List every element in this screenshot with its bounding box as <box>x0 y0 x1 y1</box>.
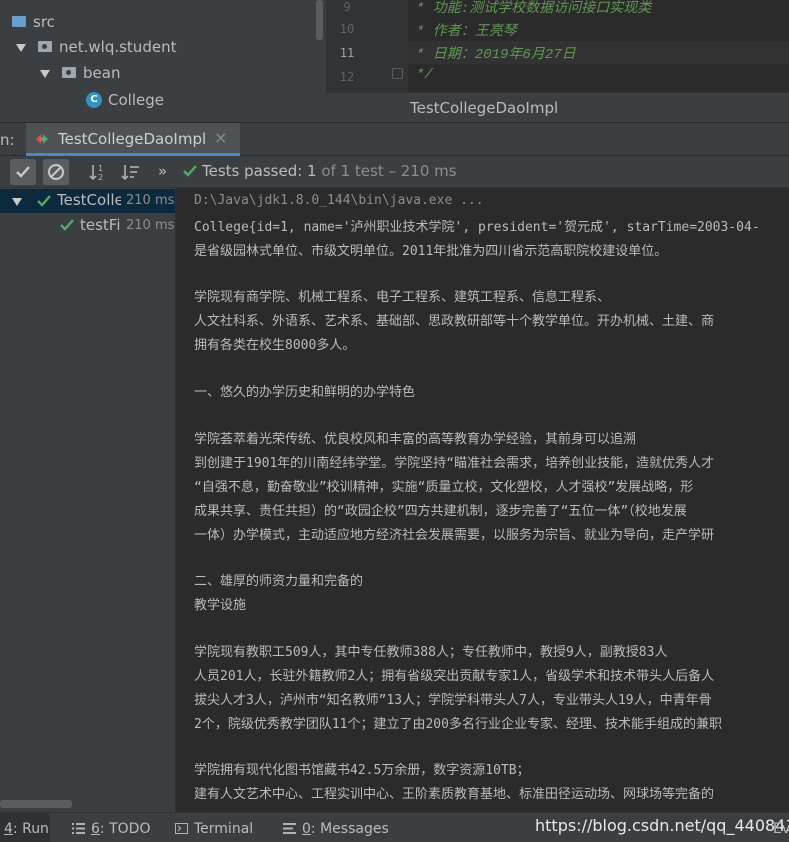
expand-arrow-icon[interactable] <box>16 43 26 52</box>
tree-horizontal-scrollbar[interactable] <box>0 800 72 808</box>
line-number: 12 <box>339 70 355 84</box>
tree-item-label: net.wlq.student <box>59 38 177 56</box>
console-line: 二、雄厚的师资力量和完备的 <box>194 574 364 589</box>
code-line: * 功能:测试学校数据访问接口实现类 <box>416 1 652 17</box>
tests-passed-check-icon <box>183 165 197 177</box>
ignored-icon <box>48 164 64 180</box>
console-command[interactable]: D:\Java\jdk1.8.0_144\bin\java.exe ... <box>194 193 484 208</box>
run-config-icon <box>36 134 48 144</box>
console-line: 一、悠久的办学历史和鲜明的办学特色 <box>194 385 416 400</box>
console-line: 学院现有商学院、机械工程系、电子工程系、建筑工程系、信息工程系、 <box>194 290 611 305</box>
status-count: 1 <box>307 162 317 180</box>
console-line: 学院拥有现代化图书馆藏书42.5万余册，数字资源10TB； <box>194 763 530 778</box>
console-line: 建有人文艺术中心、工程实训中心、王阶素质教育基地、标准田径运动场、网球场等完备的 <box>194 787 715 802</box>
check-icon <box>16 166 30 178</box>
class-icon: C <box>86 91 102 108</box>
console-line: 拔尖人才3人，泸州市“知名教师”13人；学院学科带头人7人，专业带头人19人，中… <box>194 693 712 708</box>
tree-item-label: src <box>33 13 55 31</box>
code-line: * 作者：王亮琴 <box>416 24 517 40</box>
status-passed-label: Tests passed: <box>202 162 308 180</box>
test-passed-icon <box>37 195 51 207</box>
sort-by-duration-button[interactable] <box>118 159 144 185</box>
watermark-text: https://blog.csdn.net/qq_44084157 <box>535 816 789 835</box>
console-line: 人员201人，长驻外籍教师2人；拥有省级突出贡献专家1人，省级学术和技术带头人后… <box>194 669 715 684</box>
code-editor[interactable]: 9 10 11 12 * 功能:测试学校数据访问接口实现类 * 作者：王亮琴 *… <box>326 0 789 122</box>
todo-tool-label: : TODO <box>99 821 151 837</box>
close-icon[interactable]: × <box>214 128 227 147</box>
tree-item-college[interactable]: C College <box>86 88 164 112</box>
sort-duration-icon <box>121 165 139 181</box>
line-number: 9 <box>343 0 351 14</box>
console-line: 2个，院级优秀教学团队11个；建立了由200多名行业企业专家、经理、技术能手组成… <box>194 717 722 732</box>
run-tool-button[interactable]: 4: Run <box>0 813 50 842</box>
messages-shortcut: 0 <box>302 821 311 837</box>
todo-tool-button[interactable]: 6: TODO <box>91 821 150 837</box>
code-line: */ <box>416 67 433 83</box>
expand-arrow-icon[interactable] <box>40 69 50 78</box>
console-line: 学院荟萃着光荣传统、优良校风和丰富的高等教育办学经验，其前身可以追溯 <box>194 432 637 447</box>
project-tree-panel: src net.wlq.student bean C College <box>0 0 326 122</box>
console-line: 教学设施 <box>194 598 247 613</box>
tab-title: TestCollegeDaoImpl <box>58 130 207 148</box>
expand-arrow-icon[interactable] <box>12 198 22 206</box>
tree-item-label: College <box>108 91 164 109</box>
terminal-icon <box>175 823 188 834</box>
tree-scrollbar[interactable] <box>316 0 323 40</box>
run-panel-label: n: <box>0 131 15 149</box>
console-line: 成果共享、责任共担）的“政园企校”四方共建机制，逐步完善了“五位一体”（校地发展 <box>194 504 687 519</box>
console-line: 一体）办学模式，主动适应地方经济社会发展需要，以服务为宗旨、就业为导向，走产学研 <box>194 528 715 543</box>
sort-alpha-icon: 1 2 <box>89 164 103 182</box>
console-line: 学院现有教职工509人，其中专任教师388人；专任教师中，教授9人，副教授83人 <box>194 645 668 660</box>
line-number: 10 <box>339 22 355 36</box>
run-shortcut: 4 <box>4 821 13 837</box>
todo-icon <box>72 823 85 834</box>
console-line: 人文社科系、外语系、艺术系、基础部、思政教研部等十个教学单位。开办机械、土建、商 <box>194 314 715 329</box>
console-line: 拥有各类在校生8000多人。 <box>194 338 356 353</box>
line-number: 11 <box>339 46 355 60</box>
test-status-text: Tests passed: 1 of 1 test – 210 ms <box>202 162 457 180</box>
test-results-tree: TestColle 210 ms testFi 210 ms <box>0 188 176 812</box>
show-passed-button[interactable] <box>10 159 36 185</box>
test-row-class[interactable]: TestColle 210 ms <box>0 189 175 213</box>
package-icon <box>62 67 76 78</box>
editor-breadcrumb-bar: TestCollegeDaoImpl <box>326 92 789 122</box>
tree-item-label: bean <box>83 64 121 82</box>
messages-tool-button[interactable]: 0: Messages <box>302 821 389 837</box>
messages-icon <box>283 823 296 834</box>
svg-text:2: 2 <box>98 173 103 182</box>
test-name: testFi <box>80 216 121 234</box>
test-row-method[interactable]: testFi 210 ms <box>0 213 175 237</box>
package-icon <box>38 41 52 52</box>
console-output[interactable]: D:\Java\jdk1.8.0_144\bin\java.exe ... Co… <box>177 188 789 812</box>
tool-window-bar: 4: Run 6: TODO Terminal 0: Messages http… <box>0 812 789 842</box>
console-line: 是省级园林式单位、市级文明单位。2011年批准为四川省示范高职院校建设单位。 <box>194 244 668 259</box>
sort-alphabetically-button[interactable]: 1 2 <box>86 159 112 185</box>
fold-icon[interactable] <box>392 68 403 79</box>
event-log-button[interactable]: Ev <box>773 821 789 837</box>
tree-item-src[interactable]: src <box>12 10 55 34</box>
test-toolbar: 1 2 » Tests passed: 1 of 1 test – 210 ms <box>0 156 789 188</box>
console-line: College{id=1, name='泸州职业技术学院', president… <box>194 220 760 235</box>
console-line: “自强不息，勤奋敬业”校训精神，实施“质量立校，文化塑校，人才强校”发展战略，形 <box>194 480 694 495</box>
terminal-tool-button[interactable]: Terminal <box>194 821 253 837</box>
run-tool-label: : Run <box>12 821 49 837</box>
test-passed-icon <box>60 219 74 231</box>
test-duration: 210 ms <box>126 218 175 233</box>
show-ignored-button[interactable] <box>43 159 69 185</box>
messages-tool-label: : Messages <box>310 821 389 837</box>
test-name: TestColle <box>57 191 121 209</box>
console-line: 到创建于1901年的川南经纬学堂。学院坚持“瞄准社会需求，培养创业技能，造就优秀… <box>194 456 715 471</box>
test-duration: 210 ms <box>126 193 175 208</box>
more-actions-icon[interactable]: » <box>158 162 167 180</box>
tree-item-bean[interactable]: bean <box>40 61 120 85</box>
tree-item-package[interactable]: net.wlq.student <box>16 35 176 59</box>
breadcrumb[interactable]: TestCollegeDaoImpl <box>410 99 558 117</box>
tab-test-college-dao-impl[interactable]: TestCollegeDaoImpl × <box>26 123 240 156</box>
code-line: * 日期：2019年6月27日 <box>416 47 576 63</box>
run-tab-bar: n: TestCollegeDaoImpl × <box>0 122 789 156</box>
todo-shortcut: 6 <box>91 821 100 837</box>
svg-text:1: 1 <box>98 164 103 173</box>
status-rest: of 1 test – 210 ms <box>316 162 457 180</box>
folder-icon <box>12 16 26 27</box>
